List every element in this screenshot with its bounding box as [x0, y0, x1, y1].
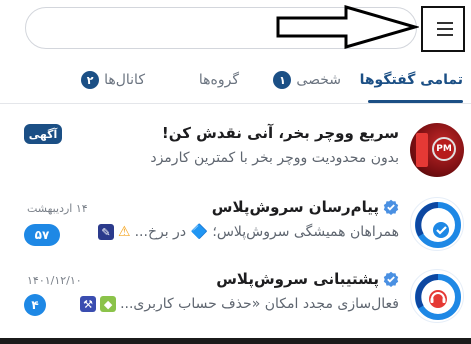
tab-count-badge: ۱ — [273, 71, 292, 89]
tab-label: شخصی — [296, 72, 341, 88]
tab-label: گروه‌ها — [198, 72, 239, 88]
verified-badge-icon — [383, 271, 399, 287]
tab-label: کانال‌ها — [104, 72, 145, 88]
unread-count-badge: ۴ — [24, 294, 46, 316]
tab-personal[interactable]: شخصی ۱ — [273, 66, 341, 94]
chat-preview: بدون محدودیت ووچر بخر با کمترین کارمزد — [150, 150, 399, 166]
tab-groups[interactable]: گروه‌ها — [199, 66, 239, 94]
chat-title: سریع ووچر بخر، آنی نقدش کن! — [161, 124, 399, 142]
chat-row-support[interactable]: پشتیبانی سروش‌پلاس ⚒ ◆ فعال‌سازی مجدد ام… — [0, 264, 471, 334]
chat-date: ۱۴ اردیبهشت — [27, 202, 88, 215]
chat-title: پشتیبانی سروش‌پلاس — [216, 270, 399, 288]
arrow-annotation-icon — [276, 5, 419, 49]
soroush-logo-icon — [415, 202, 461, 248]
tab-channels[interactable]: کانال‌ها ۲ — [81, 66, 145, 94]
chat-tabs: تمامی گفتگوها شخصی ۱ گروه‌ها کانال‌ها ۲ — [0, 58, 471, 104]
top-bar — [0, 0, 471, 60]
verified-badge-icon — [383, 199, 399, 215]
avatar — [410, 269, 464, 323]
unread-count-badge: ۵۷ — [24, 224, 60, 246]
beginner-emoji-icon: ◆ — [100, 296, 117, 312]
chat-preview: ✎ ⚠ همراهان همیشگی سروش‌پلاس؛ 🔷 در برخ..… — [98, 224, 399, 240]
warning-emoji-icon: ⚠ — [118, 224, 131, 240]
phone-emoji-icon: ✎ — [98, 224, 115, 240]
avatar: PM — [410, 123, 464, 177]
support-logo-icon — [415, 274, 461, 320]
ad-badge: آگهی — [24, 124, 62, 144]
chat-preview: ⚒ ◆ فعال‌سازی مجدد امکان «حذف حساب کاربر… — [80, 296, 399, 312]
chat-row-soroush[interactable]: پیام‌رسان سروش‌پلاس ✎ ⚠ همراهان همیشگی س… — [0, 192, 471, 262]
tab-count-badge: ۲ — [81, 71, 100, 89]
hamburger-menu-icon — [437, 22, 453, 24]
avatar-logo-text: PM — [432, 137, 456, 161]
tab-all-chats[interactable]: تمامی گفتگوها — [360, 66, 463, 94]
tab-label: تمامی گفتگوها — [359, 72, 463, 88]
chat-title: پیام‌رسان سروش‌پلاس — [212, 198, 399, 216]
hamburger-menu-button[interactable] — [421, 6, 465, 52]
bottom-edge — [0, 338, 471, 344]
active-tab-indicator — [368, 100, 463, 103]
wrench-emoji-icon: ⚒ — [80, 296, 97, 312]
avatar — [410, 197, 464, 251]
chat-date: ۱۴۰۱/۱۲/۱۰ — [27, 274, 82, 287]
chat-row-ad[interactable]: PM سریع ووچر بخر، آنی نقدش کن! بدون محدو… — [0, 118, 471, 188]
